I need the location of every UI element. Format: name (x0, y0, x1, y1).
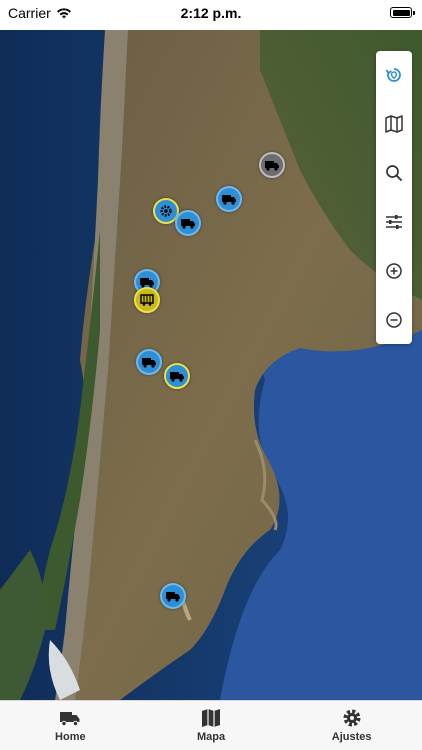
gear-icon (160, 205, 172, 217)
truck-icon (142, 358, 156, 368)
truck-cluster-marker-1[interactable] (136, 349, 162, 375)
status-bar: Carrier 2:12 p.m. (0, 0, 422, 30)
truck-marker-north-1[interactable] (216, 186, 242, 212)
status-time: 2:12 p.m. (180, 5, 242, 21)
zoom-out-icon (386, 312, 402, 328)
satellite-terrain (0, 30, 422, 700)
map-icon (202, 709, 220, 727)
filter-button[interactable] (376, 204, 412, 240)
search-button[interactable] (376, 155, 412, 191)
tab-home[interactable]: Home (0, 701, 141, 750)
map-controls-panel (376, 51, 412, 344)
map-icon (385, 115, 403, 133)
zoom-in-icon (386, 263, 402, 279)
tab-mapa[interactable]: Mapa (141, 701, 282, 750)
refresh-location-icon (385, 68, 401, 82)
tab-mapa-label: Mapa (196, 731, 226, 743)
truck-cluster-marker-2[interactable] (164, 363, 190, 389)
truck-icon (60, 712, 80, 727)
gear-icon (343, 709, 361, 727)
zoom-in-button[interactable] (376, 253, 412, 289)
sliders-icon (386, 215, 402, 229)
battery-icon (390, 7, 415, 18)
refresh-location-button[interactable] (376, 57, 412, 93)
map-view[interactable] (0, 30, 422, 700)
tab-ajustes[interactable]: Ajustes (281, 701, 422, 750)
truck-icon (166, 592, 180, 602)
truck-icon (181, 219, 195, 229)
trailer-marker[interactable] (134, 287, 160, 313)
truck-marker-south[interactable] (160, 583, 186, 609)
map-type-button[interactable] (376, 106, 412, 142)
truck-icon (170, 372, 184, 382)
truck-icon (265, 161, 279, 171)
tab-bar: Home Mapa Ajustes (0, 700, 422, 750)
trailer-icon (140, 294, 154, 306)
truck-marker-north-east[interactable] (259, 152, 285, 178)
truck-marker-north-2[interactable] (175, 210, 201, 236)
search-icon (386, 165, 402, 181)
zoom-out-button[interactable] (376, 302, 412, 338)
tab-ajustes-label: Ajustes (331, 731, 372, 743)
tab-home-label: Home (55, 731, 86, 743)
truck-icon (222, 195, 236, 205)
